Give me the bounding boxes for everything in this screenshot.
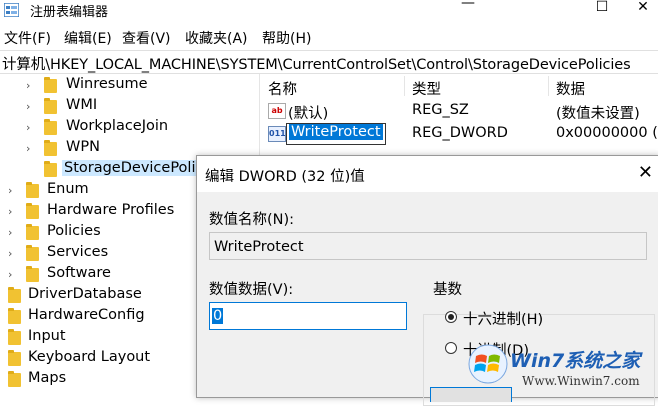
tree-item-label: Services — [47, 244, 109, 260]
chevron-right-icon[interactable]: › — [26, 142, 30, 155]
minimize-button[interactable]: — — [448, 0, 488, 16]
tree-item-label: Enum — [47, 181, 89, 197]
folder-icon — [26, 224, 39, 240]
radio-unselected-icon — [445, 342, 457, 354]
folder-icon — [26, 182, 39, 198]
radio-selected-icon — [445, 311, 457, 323]
tree-item-label: Input — [28, 328, 66, 344]
watermark-url: Www.Winwin7.com — [522, 374, 640, 388]
column-separator[interactable] — [548, 76, 549, 96]
folder-icon — [44, 140, 57, 156]
radio-hex-label: 十六进制(H) — [463, 312, 544, 328]
folder-icon — [8, 371, 21, 387]
menu-file[interactable]: 文件(F) — [4, 28, 51, 48]
tree-item-label: DriverDatabase — [28, 286, 142, 302]
folder-icon — [8, 287, 21, 303]
chevron-right-icon[interactable]: › — [8, 226, 12, 239]
value-type: REG_DWORD — [412, 125, 508, 141]
chevron-right-icon[interactable]: › — [8, 247, 12, 260]
tree-item-label: Keyboard Layout — [28, 349, 151, 365]
tree-item-label: Hardware Profiles — [47, 202, 175, 218]
folder-icon — [26, 245, 39, 261]
menu-bar: 文件(F) 编辑(E) 查看(V) 收藏夹(A) 帮助(H) — [0, 24, 658, 48]
tree-item-label: Policies — [47, 223, 101, 239]
tree-item-label: Maps — [28, 370, 67, 386]
tree-item-label: WMI — [66, 97, 98, 113]
string-value-icon: ab — [268, 103, 286, 119]
folder-icon — [8, 329, 21, 345]
maximize-button[interactable]: ☐ — [582, 0, 622, 20]
tree-item-label: WorkplaceJoin — [66, 118, 169, 134]
chevron-right-icon[interactable]: › — [26, 79, 30, 92]
folder-icon — [26, 203, 39, 219]
address-bar[interactable]: 计算机\HKEY_LOCAL_MACHINE\SYSTEM\CurrentCon… — [0, 50, 658, 74]
watermark: Win7系统之家 Www.Winwin7.com — [462, 340, 658, 396]
value-data-input[interactable]: 0 — [209, 302, 407, 330]
tree-item-label: HardwareConfig — [28, 307, 145, 323]
title-bar: 注册表编辑器 — ☐ ✕ — [0, 0, 658, 22]
value-name: (默认) — [288, 106, 329, 122]
regedit-app-icon — [4, 3, 19, 17]
value-row-writeprotect[interactable]: 011 WriteProtect REG_DWORD 0x00000000 (0 — [262, 123, 658, 145]
address-path[interactable]: 计算机\HKEY_LOCAL_MACHINE\SYSTEM\CurrentCon… — [2, 53, 631, 74]
dword-value-icon: 011 — [268, 126, 286, 142]
tree-item-label: Software — [47, 265, 111, 281]
tree-item-label: Winresume — [66, 76, 148, 92]
chevron-right-icon[interactable]: › — [8, 205, 12, 218]
tree-item-label: StorageDevicePoli — [62, 160, 198, 176]
value-data: (数值未设置) — [556, 106, 640, 122]
folder-icon — [44, 119, 57, 135]
base-label: 基数 — [431, 278, 464, 299]
menu-edit[interactable]: 编辑(E) — [64, 28, 112, 48]
folder-icon — [44, 77, 57, 93]
close-button[interactable]: ✕ — [628, 0, 658, 20]
folder-icon — [8, 350, 21, 366]
value-data: 0x00000000 (0 — [556, 125, 658, 141]
value-name-field: WriteProtect — [209, 232, 647, 260]
watermark-brand: Win7系统之家 — [510, 350, 641, 372]
tree-item-label: WPN — [66, 139, 100, 155]
column-header-data[interactable]: 数据 — [556, 78, 585, 99]
chevron-right-icon[interactable]: › — [26, 100, 30, 113]
folder-icon — [8, 308, 21, 324]
windows-logo-icon — [468, 344, 508, 384]
window-title: 注册表编辑器 — [30, 5, 109, 20]
value-name: WriteProtect — [289, 124, 383, 140]
menu-help[interactable]: 帮助(H) — [262, 28, 311, 48]
chevron-right-icon[interactable]: › — [26, 121, 30, 134]
rename-field[interactable]: WriteProtect — [286, 123, 386, 145]
value-type: REG_SZ — [412, 102, 469, 118]
menu-favorites[interactable]: 收藏夹(A) — [185, 28, 248, 48]
value-row-default[interactable]: ab (默认) REG_SZ (数值未设置) — [262, 100, 658, 122]
value-data-text: 0 — [212, 308, 224, 324]
folder-icon — [44, 161, 57, 177]
folder-icon — [44, 98, 57, 114]
value-name-label: 数值名称(N): — [209, 212, 295, 228]
dialog-close-button[interactable]: ✕ — [638, 162, 653, 183]
folder-icon — [26, 266, 39, 282]
chevron-right-icon[interactable]: › — [8, 268, 12, 281]
column-header-type[interactable]: 类型 — [412, 78, 441, 99]
chevron-right-icon[interactable]: › — [8, 184, 12, 197]
menu-view[interactable]: 查看(V) — [122, 28, 171, 48]
column-header-name[interactable]: 名称 — [268, 78, 297, 99]
value-data-label: 数值数据(V): — [209, 282, 294, 298]
dialog-title: 编辑 DWORD (32 位)值 — [205, 169, 365, 185]
column-separator[interactable] — [404, 76, 405, 96]
